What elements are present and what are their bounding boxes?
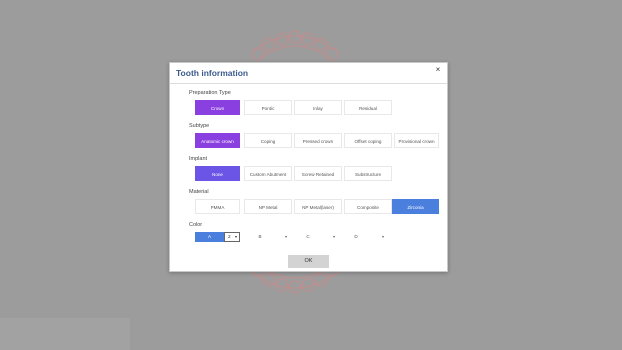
shade-a-number-select[interactable]: 2 ▾ xyxy=(224,232,240,242)
shade-b-button[interactable]: B xyxy=(250,232,270,242)
chevron-down-icon: ▾ xyxy=(234,234,237,239)
option-provisional-crown[interactable]: Provisional crown xyxy=(394,133,439,148)
shade-a-number-value: 2 xyxy=(228,234,231,239)
option-pmma[interactable]: PMMA xyxy=(195,199,240,214)
option-composite[interactable]: Composite xyxy=(344,199,392,214)
option-inlay[interactable]: Inlay xyxy=(294,100,342,115)
subtype-label: Subtype xyxy=(189,123,210,129)
option-offset-coping[interactable]: Offset coping xyxy=(344,133,392,148)
option-crown[interactable]: Crown xyxy=(195,100,240,115)
implant-label: Implant xyxy=(189,156,208,162)
option-coping[interactable]: Coping xyxy=(244,133,292,148)
preparation-type-label: Preparation Type xyxy=(189,90,231,96)
option-pontic[interactable]: Pontic xyxy=(244,100,292,115)
option-residual[interactable]: Residual xyxy=(344,100,392,115)
shade-a-button[interactable]: A xyxy=(195,232,224,242)
option-np-metal[interactable]: NP Metal xyxy=(244,199,292,214)
option-screw-retained[interactable]: Screw Retained xyxy=(294,166,342,181)
option-none[interactable]: None xyxy=(195,166,240,181)
option-np-metal-laser[interactable]: NP Metal(laser) xyxy=(294,199,342,214)
option-anatomic-crown[interactable]: Anatomic crown xyxy=(195,133,240,148)
material-label: Material xyxy=(189,189,209,195)
option-custom-abutment[interactable]: Custom Abutment xyxy=(244,166,292,181)
shade-d-button[interactable]: D xyxy=(346,232,366,242)
dialog-title: Tooth information xyxy=(176,68,249,78)
dialog-header: Tooth information × xyxy=(170,63,447,84)
tooth-information-dialog: Tooth information × Preparation Type Cro… xyxy=(169,62,448,272)
color-label: Color xyxy=(189,222,203,228)
background-panel xyxy=(0,318,130,350)
close-icon[interactable]: × xyxy=(433,65,443,75)
option-zirconia[interactable]: Zirconia xyxy=(392,199,439,214)
ok-button[interactable]: OK xyxy=(288,255,329,268)
chevron-down-icon[interactable]: ▾ xyxy=(285,232,287,242)
option-substructure[interactable]: Substructure xyxy=(344,166,392,181)
chevron-down-icon[interactable]: ▾ xyxy=(382,232,384,242)
shade-c-button[interactable]: C xyxy=(298,232,318,242)
option-pressed-crown[interactable]: Pressed crown xyxy=(294,133,342,148)
chevron-down-icon[interactable]: ▾ xyxy=(333,232,335,242)
